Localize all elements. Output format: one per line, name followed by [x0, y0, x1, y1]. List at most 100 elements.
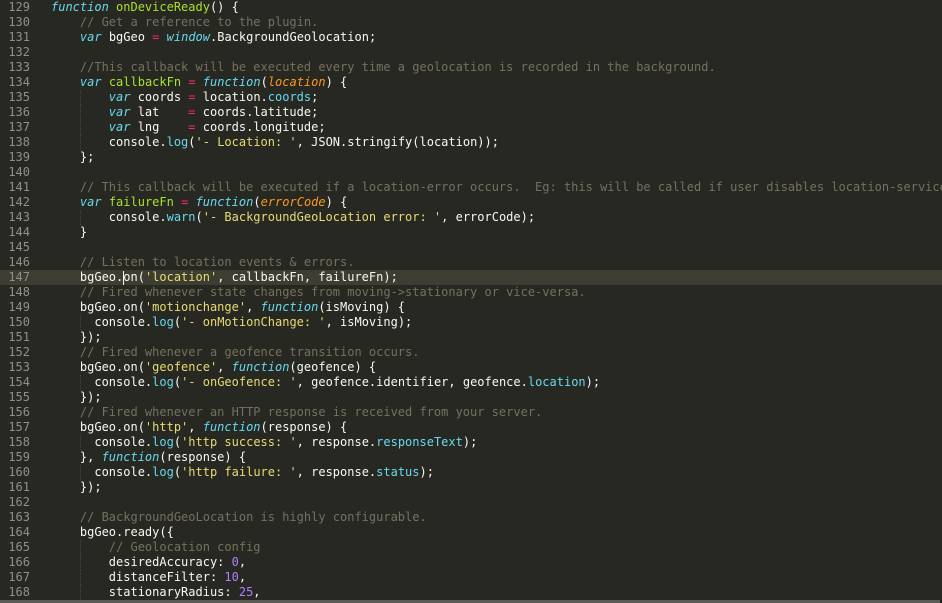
code-line[interactable]: 141 // This callback will be executed if… [0, 180, 942, 195]
token-plain: , [238, 555, 247, 569]
code-line[interactable]: 167 distanceFilter: 10, [0, 570, 942, 585]
code-text[interactable]: var lng = coords.longitude; [51, 120, 326, 135]
token-plain: , [238, 570, 247, 584]
code-text[interactable]: console.warn('- BackgroundGeoLocation er… [51, 210, 535, 225]
code-text[interactable]: bgGeo.on('geofence', function(geofence) … [51, 360, 376, 375]
line-number: 143 [8, 210, 30, 224]
code-line[interactable]: 166 desiredAccuracy: 0, [0, 555, 942, 570]
token-op: = [188, 75, 196, 89]
code-line[interactable]: 159 }, function(response) { [0, 450, 942, 465]
code-line[interactable]: 154 console.log('- onGeofence: ', geofen… [0, 375, 942, 390]
code-text[interactable]: var callbackFn = function(location) { [51, 75, 347, 90]
code-line[interactable]: 153 bgGeo.on('geofence', function(geofen… [0, 360, 942, 375]
code-text[interactable]: console.log('http success: ', response.r… [51, 435, 477, 450]
code-text[interactable]: // Fired whenever an HTTP response is re… [51, 405, 542, 420]
line-number: 159 [8, 450, 30, 464]
code-line[interactable]: 151 }); [0, 330, 942, 345]
code-text[interactable]: function onDeviceReady() { [51, 0, 239, 15]
line-number: 140 [8, 165, 30, 179]
token-string: 'location' [144, 270, 218, 284]
code-line[interactable]: 150 console.log('- onMotionChange: ', is… [0, 315, 942, 330]
code-text[interactable]: }); [51, 330, 102, 345]
code-line[interactable]: 134 var callbackFn = function(location) … [0, 75, 942, 90]
code-line[interactable]: 149 bgGeo.on('motionchange', function(is… [0, 300, 942, 315]
code-line[interactable]: 143 console.warn('- BackgroundGeoLocatio… [0, 210, 942, 225]
code-text[interactable]: console.log('- onMotionChange: ', isMovi… [51, 315, 412, 330]
code-line[interactable]: 147 bgGeo.on('location', callbackFn, fai… [0, 270, 942, 285]
code-text[interactable]: // BackgroundGeoLocation is highly confi… [51, 510, 427, 525]
code-line[interactable]: 132 [0, 45, 942, 60]
code-line[interactable]: 161 }); [0, 480, 942, 495]
token-plain: bgGeo. [51, 270, 124, 284]
code-text[interactable]: bgGeo.on('http', function(response) { [51, 420, 347, 435]
token-support: log [152, 315, 174, 329]
code-line[interactable]: 131 var bgGeo = window.BackgroundGeoloca… [0, 30, 942, 45]
code-text[interactable]: desiredAccuracy: 0, [51, 555, 246, 570]
token-plain: bgGeo.ready({ [51, 525, 174, 539]
code-text[interactable]: // Get a reference to the plugin. [51, 15, 318, 30]
code-text[interactable]: // This callback will be executed if a l… [51, 180, 942, 195]
code-text[interactable]: }); [51, 390, 102, 405]
code-line[interactable]: 164 bgGeo.ready({ [0, 525, 942, 540]
code-text[interactable]: var failureFn = function(errorCode) { [51, 195, 347, 210]
token-plain: , [246, 300, 261, 314]
token-plain: () { [209, 0, 239, 14]
code-line[interactable]: 157 bgGeo.on('http', function(response) … [0, 420, 942, 435]
code-text[interactable]: var coords = location.coords; [51, 90, 319, 105]
code-text[interactable]: var bgGeo = window.BackgroundGeolocation… [51, 30, 376, 45]
code-line[interactable]: 135 var coords = location.coords; [0, 90, 942, 105]
code-line[interactable]: 140 [0, 165, 942, 180]
line-number: 132 [8, 45, 30, 59]
code-line[interactable]: 139 }; [0, 150, 942, 165]
code-text[interactable]: // Fired whenever a geofence transition … [51, 345, 420, 360]
code-line[interactable]: 163 // BackgroundGeoLocation is highly c… [0, 510, 942, 525]
code-text[interactable]: // Fired whenever state changes from mov… [51, 285, 586, 300]
line-number: 148 [8, 285, 30, 299]
code-line[interactable]: 129 function onDeviceReady() { [0, 0, 942, 15]
code-line[interactable]: 142 var failureFn = function(errorCode) … [0, 195, 942, 210]
code-line[interactable]: 165 // Geolocation config [0, 540, 942, 555]
code-text[interactable]: } [51, 225, 87, 240]
code-text[interactable]: }, function(response) { [51, 450, 246, 465]
code-text[interactable]: var lat = coords.latitude; [51, 105, 319, 120]
code-text[interactable]: distanceFilter: 10, [51, 570, 246, 585]
code-text[interactable]: stationaryRadius: 25, [51, 585, 261, 600]
code-line[interactable]: 137 var lng = coords.longitude; [0, 120, 942, 135]
code-text[interactable]: bgGeo.ready({ [51, 525, 174, 540]
code-line[interactable]: 133 //This callback will be executed eve… [0, 60, 942, 75]
code-text[interactable]: console.log('- onGeofence: ', geofence.i… [51, 375, 600, 390]
code-line[interactable]: 155 }); [0, 390, 942, 405]
token-plain: ; [311, 90, 319, 104]
code-line[interactable]: 158 console.log('http success: ', respon… [0, 435, 942, 450]
code-text[interactable]: //This callback will be executed every t… [51, 60, 716, 75]
code-text[interactable]: }); [51, 480, 102, 495]
token-comment: // Get a reference to the plugin. [79, 15, 319, 29]
code-line[interactable]: 160 console.log('http failure: ', respon… [0, 465, 942, 480]
token-comment: // Fired whenever an HTTP response is re… [79, 405, 543, 419]
code-text[interactable]: }; [51, 150, 94, 165]
code-text[interactable]: console.log('http failure: ', response.s… [51, 465, 434, 480]
code-line[interactable]: 138 console.log('- Location: ', JSON.str… [0, 135, 942, 150]
code-text[interactable]: // Geolocation config [51, 540, 261, 555]
code-line[interactable]: 162 [0, 495, 942, 510]
code-text[interactable]: bgGeo.on('motionchange', function(isMovi… [51, 300, 405, 315]
code-line[interactable]: 152 // Fired whenever a geofence transit… [0, 345, 942, 360]
code-text[interactable]: console.log('- Location: ', JSON.stringi… [51, 135, 499, 150]
code-text[interactable]: bgGeo.on('location', callbackFn, failure… [51, 270, 398, 285]
code-line[interactable]: 168 stationaryRadius: 25, [0, 585, 942, 600]
token-string: '- onGeofence: ' [181, 375, 297, 389]
code-text[interactable]: // Listen to location events & errors. [51, 255, 355, 270]
code-line[interactable]: 145 [0, 240, 942, 255]
code-editor[interactable]: 129 function onDeviceReady() {130 // Get … [0, 0, 942, 603]
code-line[interactable]: 130 // Get a reference to the plugin. [0, 15, 942, 30]
code-line[interactable]: 148 // Fired whenever state changes from… [0, 285, 942, 300]
code-line[interactable]: 136 var lat = coords.latitude; [0, 105, 942, 120]
code-line[interactable]: 156 // Fired whenever an HTTP response i… [0, 405, 942, 420]
code-line[interactable]: 146 // Listen to location events & error… [0, 255, 942, 270]
line-number: 142 [8, 195, 30, 209]
code-line[interactable]: 144 } [0, 225, 942, 240]
